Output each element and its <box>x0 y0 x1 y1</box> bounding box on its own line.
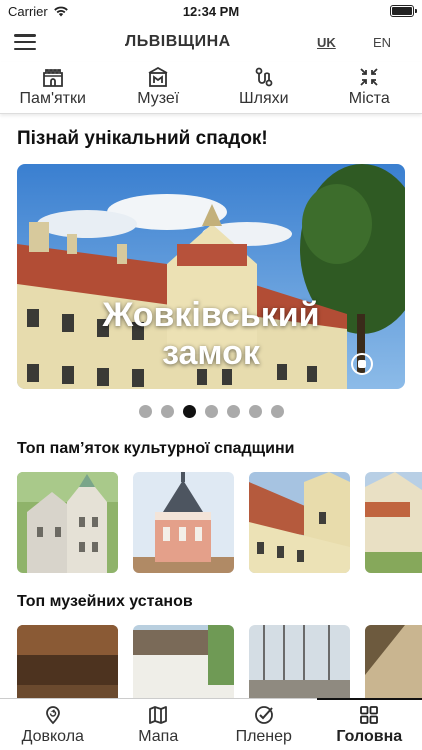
museum-icon <box>148 67 168 87</box>
nav-label: Головна <box>336 728 403 745</box>
castle-thumbnail <box>249 472 350 573</box>
tab-routes[interactable]: Шляхи <box>211 62 317 113</box>
carousel-dot[interactable] <box>182 405 196 418</box>
heritage-card[interactable] <box>249 472 350 573</box>
carousel-dot[interactable] <box>160 405 174 418</box>
tab-label: Музеї <box>137 90 180 107</box>
heritage-card[interactable] <box>133 472 234 573</box>
grid-icon <box>360 706 379 724</box>
location-refresh-icon <box>45 706 60 725</box>
tab-museums[interactable]: Музеї <box>106 62 212 113</box>
tab-label: Пам'ятки <box>19 90 86 107</box>
hero-caption-line: замок <box>162 334 260 372</box>
carousel-dot[interactable] <box>248 405 262 418</box>
category-tabs: Пам'ятки Музеї Шляхи Міста <box>0 62 422 114</box>
hero-carousel[interactable]: Жовківський замок <box>17 164 405 389</box>
nav-map[interactable]: Мапа <box>106 699 212 750</box>
nav-home[interactable]: Головна <box>317 699 422 750</box>
museums-list-title: Топ музейних установ <box>17 593 193 610</box>
tab-label: Шляхи <box>238 90 289 107</box>
carrier-label: Carrier <box>8 3 48 19</box>
carousel-dot[interactable] <box>204 405 218 418</box>
collapse-icon <box>360 68 378 86</box>
heritage-list <box>0 472 422 573</box>
tab-landmarks[interactable]: Пам'ятки <box>0 62 106 113</box>
nav-nearby[interactable]: Довкола <box>0 699 106 750</box>
monastery-thumbnail <box>17 472 118 573</box>
carousel-dot[interactable] <box>226 405 240 418</box>
bottom-navigation: Довкола Мапа Пленер Головна <box>0 698 422 750</box>
wifi-icon <box>53 6 68 17</box>
hamburger-menu-icon[interactable] <box>14 34 36 50</box>
heritage-card[interactable] <box>365 472 422 573</box>
castle-icon <box>42 69 63 87</box>
nav-label: Мапа <box>138 728 179 745</box>
route-icon <box>255 67 273 87</box>
status-time: 12:34 PM <box>182 3 240 19</box>
hero-heading: Пізнай унікальний спадок! <box>17 128 268 149</box>
app-header: ЛЬВІВЩИНА UK EN <box>0 22 422 62</box>
tab-label: Міста <box>348 90 390 107</box>
hero-caption: Жовківський замок <box>17 296 405 372</box>
status-bar: Carrier 12:34 PM <box>0 0 422 22</box>
carousel-dot[interactable] <box>270 405 284 418</box>
slideshow-stop-icon[interactable] <box>351 353 373 375</box>
nav-label: Довкола <box>21 728 84 745</box>
nav-label: Пленер <box>235 728 292 745</box>
carrier-info: Carrier <box>8 4 69 19</box>
rotunda-thumbnail <box>133 472 234 573</box>
castle-thumbnail <box>365 472 422 573</box>
check-circle-icon <box>254 706 273 724</box>
language-en-button[interactable]: EN <box>373 35 391 50</box>
heritage-list-title: Топ пам’яток культурної спадщини <box>17 440 295 457</box>
map-icon <box>149 706 168 724</box>
battery-icon <box>390 5 417 17</box>
hero-caption-line: Жовківський <box>102 296 320 334</box>
nav-plein-air[interactable]: Пленер <box>211 699 317 750</box>
carousel-pagination <box>0 405 422 418</box>
tab-cities[interactable]: Міста <box>317 62 422 113</box>
app-title: ЛЬВІВЩИНА <box>125 33 231 50</box>
carousel-dot[interactable] <box>138 405 152 418</box>
active-tab-indicator <box>317 698 422 700</box>
heritage-card[interactable] <box>17 472 118 573</box>
language-uk-button[interactable]: UK <box>317 35 336 50</box>
